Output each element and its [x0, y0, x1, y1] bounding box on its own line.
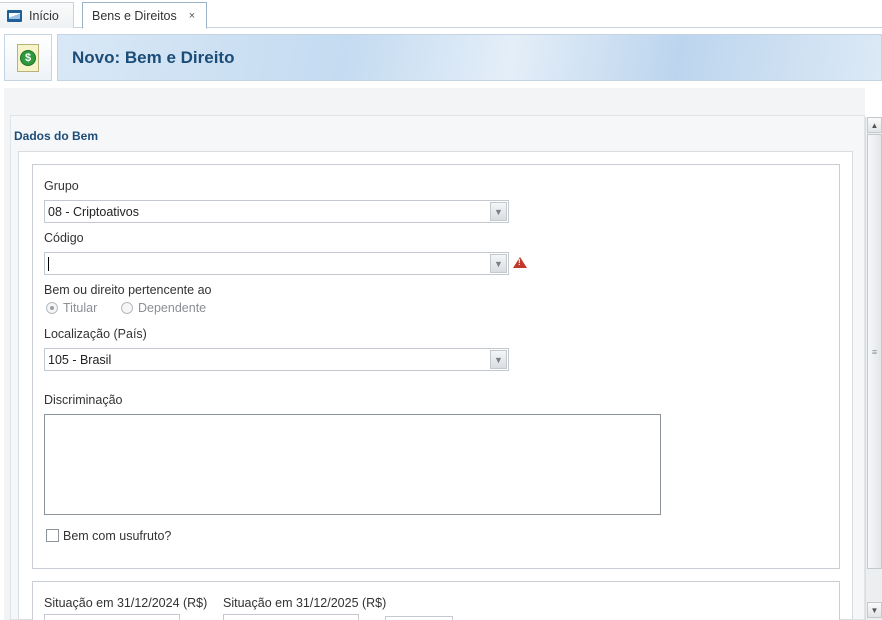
localizacao-value: 105 - Brasil — [48, 352, 112, 367]
scroll-up-icon[interactable]: ▲ — [867, 117, 882, 133]
situacao-2024-label: Situação em 31/12/2024 (R$) — [44, 596, 208, 610]
warning-icon — [513, 257, 527, 268]
discriminacao-textarea[interactable] — [44, 414, 661, 515]
radio-dependente-button[interactable] — [121, 302, 133, 314]
document-money-icon: $ — [17, 43, 39, 72]
discriminacao-label: Discriminação — [44, 393, 123, 407]
scroll-thumb[interactable]: ≡ — [867, 134, 882, 569]
grupo-select[interactable]: 08 - Criptoativos ▼ — [44, 200, 509, 223]
scroll-down-icon[interactable]: ▼ — [867, 602, 882, 618]
grupo-label: Grupo — [44, 179, 79, 193]
usufruto-label: Bem com usufruto? — [63, 529, 172, 543]
radio-titular-label: Titular — [63, 301, 98, 315]
tab-home-label: Início — [29, 8, 59, 23]
vertical-scrollbar[interactable]: ▲ ≡ ▼ — [865, 117, 882, 620]
section-title: Dados do Bem — [14, 129, 99, 143]
close-icon[interactable]: × — [189, 10, 195, 22]
chevron-down-icon[interactable]: ▼ — [490, 350, 507, 369]
situacao-2024-input[interactable] — [44, 614, 180, 620]
localizacao-label: Localização (País) — [44, 327, 147, 341]
page-header: $ Novo: Bem e Direito — [4, 34, 882, 82]
extra-button[interactable] — [385, 616, 453, 620]
page-title: Novo: Bem e Direito — [72, 47, 235, 67]
localizacao-select[interactable]: 105 - Brasil ▼ — [44, 348, 509, 371]
header-icon-box: $ — [4, 34, 52, 81]
tab-bens-direitos-label: Bens e Direitos — [92, 8, 177, 23]
usufruto-checkbox[interactable] — [46, 529, 59, 542]
grupo-value: 08 - Criptoativos — [48, 204, 140, 219]
receita-logo-icon — [7, 9, 22, 22]
radio-dependente[interactable]: Dependente — [121, 301, 206, 315]
tab-bens-direitos[interactable]: Bens e Direitos × — [82, 2, 207, 29]
codigo-select[interactable]: ▼ — [44, 252, 509, 275]
radio-titular-button[interactable] — [46, 302, 58, 314]
situacao-2025-label: Situação em 31/12/2025 (R$) — [223, 596, 387, 610]
chevron-down-icon[interactable]: ▼ — [490, 202, 507, 221]
radio-titular[interactable]: Titular — [46, 301, 97, 315]
text-caret — [48, 256, 49, 271]
tab-bar: Início Bens e Direitos × — [0, 0, 882, 29]
chevron-down-icon[interactable]: ▼ — [490, 254, 507, 273]
tab-home[interactable]: Início — [0, 2, 74, 28]
radio-dependente-label: Dependente — [138, 301, 207, 315]
header-banner: Novo: Bem e Direito — [57, 34, 882, 81]
situacao-2025-input[interactable] — [223, 614, 359, 620]
pertencente-label: Bem ou direito pertencente ao — [44, 283, 212, 297]
codigo-label: Código — [44, 231, 84, 245]
